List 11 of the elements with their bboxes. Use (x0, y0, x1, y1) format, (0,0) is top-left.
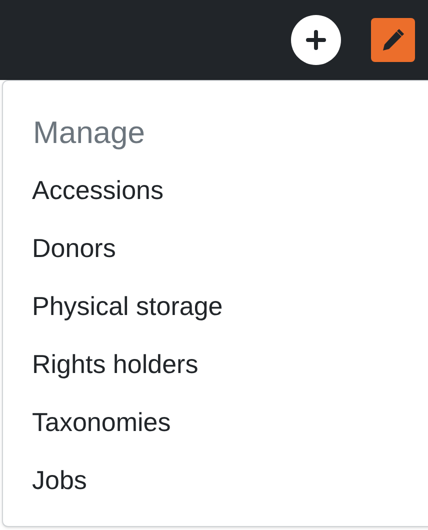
menu-item[interactable]: Donors (3, 219, 428, 277)
add-button[interactable] (291, 15, 341, 65)
menu-item[interactable]: Accessions (3, 161, 428, 219)
menu-item[interactable]: Taxonomies (3, 393, 428, 451)
menu-header: Manage (32, 114, 146, 152)
edit-button[interactable] (371, 18, 415, 62)
menu-item[interactable]: Jobs (3, 451, 428, 509)
pencil-icon (381, 28, 405, 52)
menu-item[interactable]: Physical storage (3, 277, 428, 335)
menu-item[interactable]: Rights holders (3, 335, 428, 393)
plus-icon (306, 30, 326, 50)
